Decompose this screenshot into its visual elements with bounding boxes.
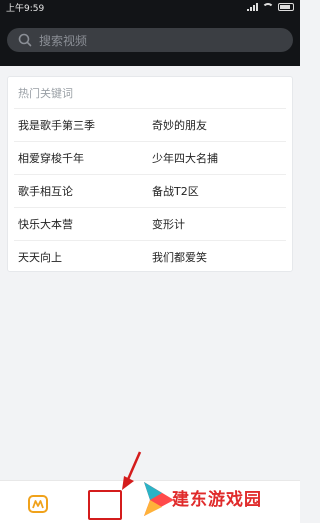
- battery-icon: [278, 3, 294, 11]
- search-input[interactable]: 搜索视频: [7, 28, 293, 52]
- keyword-row: 相爱穿梭千年 少年四大名捕: [14, 141, 286, 174]
- watermark-text: 建东游戏园: [172, 490, 262, 510]
- hot-keywords-title: 热门关键词: [18, 86, 73, 100]
- status-icons: [247, 3, 294, 11]
- keyword-item[interactable]: 备战T2区: [150, 183, 286, 199]
- keyword-row: 歌手相互论 备战T2区: [14, 174, 286, 207]
- keyword-item[interactable]: 奇妙的朋友: [150, 117, 286, 133]
- keyword-item[interactable]: 歌手相互论: [14, 183, 150, 199]
- keyword-item[interactable]: 相爱穿梭千年: [14, 150, 150, 166]
- hot-keywords-card: 热门关键词 我是歌手第三季 奇妙的朋友 相爱穿梭千年 少年四大名捕 歌手相互论 …: [7, 76, 293, 272]
- wifi-icon: [262, 3, 274, 11]
- keyword-item[interactable]: 我是歌手第三季: [14, 117, 150, 133]
- status-time: 上午9:59: [6, 3, 45, 14]
- keyword-item[interactable]: 快乐大本营: [14, 216, 150, 232]
- keyword-item[interactable]: 少年四大名捕: [150, 150, 286, 166]
- status-bar: 上午9:59: [0, 0, 300, 14]
- search-placeholder: 搜索视频: [39, 33, 88, 48]
- mango-tv-logo-icon[interactable]: [28, 494, 48, 514]
- keyword-row: 天天向上 我们都爱笑: [14, 240, 286, 273]
- keyword-item[interactable]: 天天向上: [14, 249, 150, 265]
- search-icon: [18, 33, 32, 47]
- keyword-item[interactable]: 变形计: [150, 216, 286, 232]
- highlight-box: [88, 490, 122, 520]
- keyword-row: 快乐大本营 变形计: [14, 207, 286, 240]
- keyword-item[interactable]: 我们都爱笑: [150, 249, 286, 265]
- keyword-row: 我是歌手第三季 奇妙的朋友: [14, 108, 286, 141]
- signal-icon: [247, 3, 258, 11]
